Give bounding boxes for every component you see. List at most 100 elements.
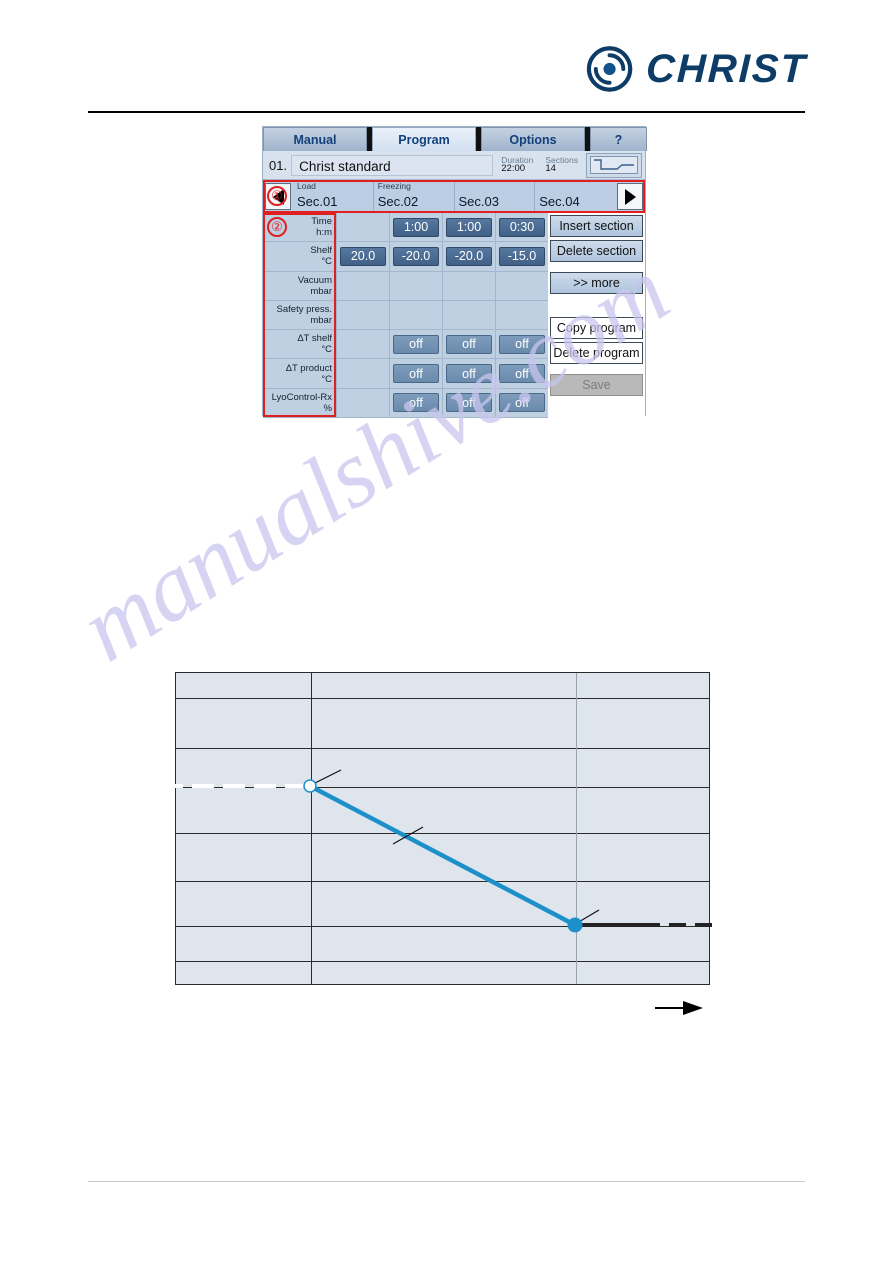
value-button: [340, 335, 387, 354]
cell-vacuum-sec03[interactable]: [442, 271, 495, 300]
cell-shelf-sec01[interactable]: 20.0: [336, 242, 389, 271]
value-button: off: [445, 334, 493, 354]
row-unit-text: °C: [321, 373, 332, 385]
cell-dtproduct-sec02[interactable]: off: [389, 359, 442, 388]
phase-label-load: Load: [297, 181, 316, 191]
program-number: 01.: [269, 157, 288, 173]
spiral-swirl-icon: [586, 46, 633, 92]
value-button: [499, 276, 546, 295]
cell-vacuum-sec01[interactable]: [336, 271, 389, 300]
value-button: off: [392, 334, 440, 354]
value-button: [393, 276, 440, 295]
value-button: [446, 276, 493, 295]
cell-vacuum-sec02[interactable]: [389, 271, 442, 300]
duration-meta: Duration 22:00: [497, 155, 537, 175]
cell-safety-sec01[interactable]: [336, 300, 389, 330]
program-name-field[interactable]: Christ standard: [291, 154, 494, 176]
brand-wordmark: CHRIST: [645, 46, 808, 91]
brand-logo: CHRIST: [585, 43, 808, 95]
section-column-3[interactable]: Sec.03: [453, 180, 535, 213]
value-button: off: [445, 364, 493, 384]
tab-manual[interactable]: Manual: [263, 127, 367, 151]
value-button: -20.0: [392, 246, 440, 266]
cell-shelf-sec03[interactable]: -20.0: [442, 242, 495, 271]
arrow-right-icon[interactable]: [617, 183, 643, 210]
cell-dtshelf-sec04[interactable]: off: [495, 330, 548, 359]
cell-time-sec02[interactable]: 1:00: [389, 213, 442, 242]
insert-section-button[interactable]: Insert section: [550, 215, 643, 237]
table-row: 1:00 1:00 0:30: [336, 213, 548, 243]
section-column-1[interactable]: Load Sec.01: [293, 180, 373, 213]
cell-lyocontrol-sec01[interactable]: [336, 388, 389, 417]
delete-section-button[interactable]: Delete section: [550, 240, 643, 262]
value-button: [340, 305, 387, 324]
section-name-4: Sec.04: [539, 194, 580, 209]
row-label-text: Vacuum: [297, 274, 332, 286]
row-label-shelf: Shelf °C: [263, 242, 336, 272]
value-button: off: [498, 393, 546, 413]
tab-help[interactable]: ?: [590, 127, 647, 151]
cell-dtproduct-sec01[interactable]: [336, 359, 389, 388]
phase-label-3: [459, 180, 535, 193]
cell-dtproduct-sec03[interactable]: off: [442, 359, 495, 388]
parameter-value-grid: 1:00 1:00 0:30 20.0 -20.0 -20.0 -15.0 of…: [336, 213, 548, 418]
table-row: off off off: [336, 388, 548, 418]
cell-lyocontrol-sec03[interactable]: off: [442, 388, 495, 417]
section-name-1: Sec.01: [297, 194, 338, 209]
cell-time-sec03[interactable]: 1:00: [442, 213, 495, 242]
cell-shelf-sec02[interactable]: -20.0: [389, 242, 442, 271]
cell-time-sec04[interactable]: 0:30: [495, 213, 548, 242]
table-row: [336, 271, 548, 301]
value-button: off: [498, 334, 546, 354]
cell-dtproduct-sec04[interactable]: off: [495, 359, 548, 388]
cell-lyocontrol-sec04[interactable]: off: [495, 388, 548, 417]
cell-dtshelf-sec03[interactable]: off: [442, 330, 495, 359]
cell-safety-sec02[interactable]: [389, 300, 442, 330]
section-name-3: Sec.03: [458, 194, 499, 209]
cell-dtshelf-sec01[interactable]: [336, 330, 389, 359]
value-button: [446, 305, 493, 324]
page-header-rule: [88, 111, 805, 113]
section-header-row: Load Sec.01 Freezing Sec.02 Sec.03 Sec.0…: [263, 180, 645, 213]
cell-safety-sec04[interactable]: [495, 300, 548, 330]
tab-bar: Manual Program Options ?: [263, 127, 647, 151]
temperature-profile-diagram: [161, 672, 715, 985]
value-button: [499, 305, 546, 324]
cell-lyocontrol-sec02[interactable]: off: [389, 388, 442, 417]
copy-program-button[interactable]: Copy program: [550, 317, 643, 339]
leader-line: [312, 769, 342, 785]
cell-vacuum-sec04[interactable]: [495, 271, 548, 300]
row-label-dt-shelf: ΔT shelf °C: [263, 330, 336, 360]
cell-safety-sec03[interactable]: [442, 300, 495, 330]
program-curve-icon[interactable]: [586, 152, 642, 178]
section-column-2[interactable]: Freezing Sec.02: [372, 180, 454, 213]
page-footer-rule: [88, 1181, 805, 1182]
value-button: [340, 218, 387, 237]
row-label-text: LyoControl-Rx: [271, 391, 332, 403]
side-button-column: Insert section Delete section >> more Co…: [548, 213, 645, 418]
section-name-2: Sec.02: [377, 194, 419, 209]
value-button: 20.0: [339, 246, 387, 266]
cell-dtshelf-sec02[interactable]: off: [389, 330, 442, 359]
value-button: off: [392, 364, 440, 384]
sections-value: 14: [545, 163, 556, 175]
row-label-text: Shelf: [310, 245, 332, 257]
row-unit-text: mbar: [310, 285, 332, 297]
section-column-4[interactable]: Sec.04: [534, 180, 615, 213]
save-button[interactable]: Save: [550, 374, 643, 396]
cell-shelf-sec04[interactable]: -15.0: [495, 242, 548, 271]
cell-time-sec01[interactable]: [336, 213, 389, 242]
tab-options[interactable]: Options: [481, 127, 585, 151]
value-button: off: [445, 393, 493, 413]
value-button: off: [498, 364, 546, 384]
section-cells: Load Sec.01 Freezing Sec.02 Sec.03 Sec.0…: [293, 180, 615, 213]
program-header-row: 01. Christ standard Duration 22:00 Secti…: [263, 151, 645, 180]
tab-program[interactable]: Program: [372, 127, 476, 151]
more-button[interactable]: >> more: [550, 272, 643, 294]
delete-program-button[interactable]: Delete program: [550, 342, 643, 364]
annotation-marker-1: ①: [267, 186, 287, 206]
value-button: [340, 364, 387, 383]
arrow-right-glyph: [624, 188, 636, 205]
